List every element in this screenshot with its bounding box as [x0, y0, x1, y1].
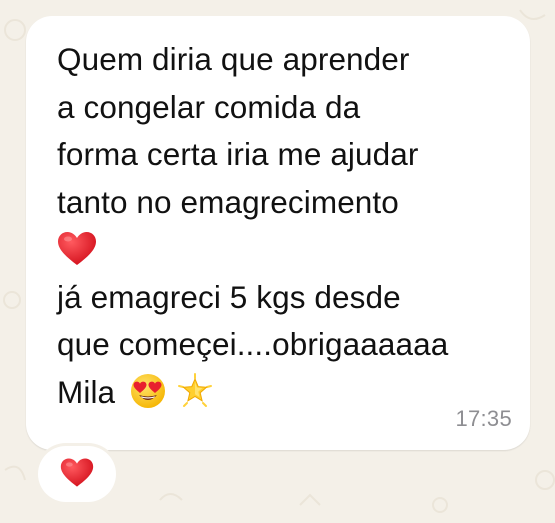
heart-eyes-emoji-icon: [131, 374, 166, 409]
message-line: já emagreci 5 kgs desde: [57, 278, 401, 315]
message-line: tanto no emagrecimento: [57, 183, 399, 220]
message-timestamp: 17:35: [455, 406, 512, 431]
message-last-line: Mila: [57, 369, 517, 417]
red-heart-icon: [58, 231, 96, 265]
message-line: a congelar comida da: [57, 88, 361, 125]
message-line: Quem diria que aprender: [57, 41, 410, 77]
glowing-star-icon: [177, 373, 212, 408]
red-heart-icon: [60, 458, 94, 487]
message-line: que começei....obrigaaaaaa: [57, 326, 449, 362]
heart-emoji-line: [57, 226, 517, 274]
message-line: forma certa iria me ajudar: [57, 136, 419, 172]
message-line: Mila: [57, 373, 116, 410]
message-bubble[interactable]: Quem diria que aprender a congelar comid…: [26, 16, 530, 450]
reaction-badge[interactable]: [38, 446, 116, 502]
message-text: Quem diria que aprender a congelar comid…: [57, 36, 517, 416]
